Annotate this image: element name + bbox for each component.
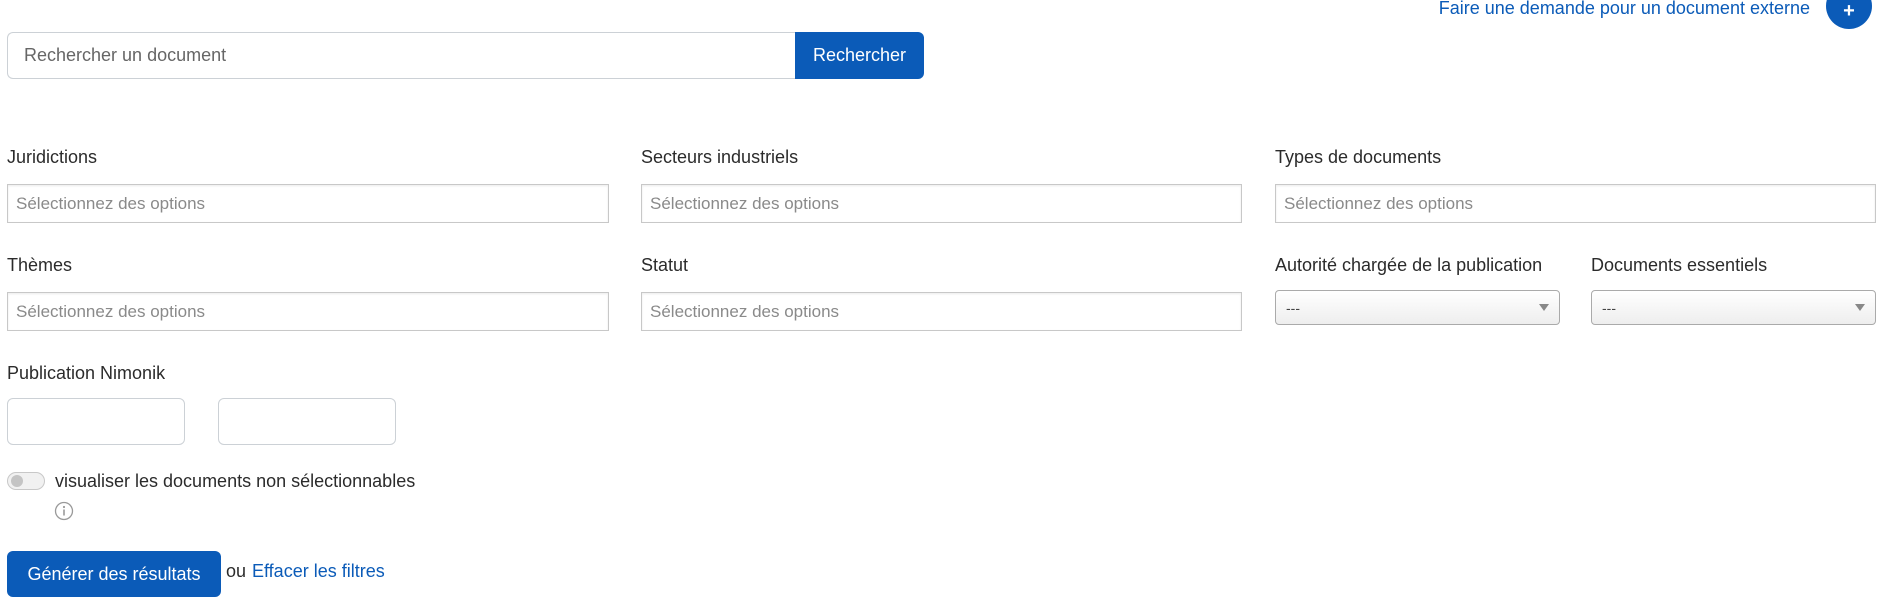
or-text: ou: [226, 561, 247, 581]
publishing-authority-select[interactable]: ---: [1275, 290, 1560, 325]
chevron-down-icon: [1855, 304, 1865, 311]
document-types-label: Types de documents: [1275, 147, 1442, 167]
document-types-placeholder: Sélectionnez des options: [1284, 193, 1474, 213]
jurisdictions-multiselect[interactable]: Sélectionnez des options: [7, 184, 609, 223]
search-bar: Rechercher: [7, 32, 924, 79]
add-external-document-button[interactable]: +: [1826, 0, 1872, 29]
industrial-sectors-multiselect[interactable]: Sélectionnez des options: [641, 184, 1242, 223]
status-placeholder: Sélectionnez des options: [650, 301, 840, 321]
essential-documents-select[interactable]: ---: [1591, 290, 1876, 325]
clear-filters-link[interactable]: Effacer les filtres: [252, 560, 385, 582]
essential-documents-value: ---: [1602, 299, 1616, 316]
themes-multiselect[interactable]: Sélectionnez des options: [7, 292, 609, 331]
plus-icon: +: [1843, 0, 1855, 22]
chevron-down-icon: [1539, 304, 1549, 311]
search-input[interactable]: [7, 32, 795, 79]
publication-date-to-input[interactable]: [218, 398, 396, 445]
publishing-authority-label: Autorité chargée de la publication: [1275, 255, 1543, 275]
external-document-request-link[interactable]: Faire une demande pour un document exter…: [1380, 0, 1810, 20]
jurisdictions-label: Juridictions: [7, 147, 98, 167]
info-icon[interactable]: [54, 501, 74, 521]
search-button[interactable]: Rechercher: [795, 32, 924, 79]
toggle-knob: [11, 475, 23, 487]
generate-results-button[interactable]: Générer des résultats: [7, 551, 221, 597]
show-unselectable-toggle[interactable]: [7, 472, 45, 490]
essential-documents-label: Documents essentiels: [1591, 255, 1768, 275]
document-types-multiselect[interactable]: Sélectionnez des options: [1275, 184, 1876, 223]
jurisdictions-placeholder: Sélectionnez des options: [16, 193, 206, 213]
publication-date-from-input[interactable]: [7, 398, 185, 445]
status-multiselect[interactable]: Sélectionnez des options: [641, 292, 1242, 331]
publishing-authority-value: ---: [1286, 299, 1300, 316]
industrial-sectors-label: Secteurs industriels: [641, 147, 799, 167]
nimonik-publication-label: Publication Nimonik: [7, 363, 166, 383]
industrial-sectors-placeholder: Sélectionnez des options: [650, 193, 840, 213]
themes-placeholder: Sélectionnez des options: [16, 301, 206, 321]
status-label: Statut: [641, 255, 689, 275]
themes-label: Thèmes: [7, 255, 73, 275]
show-unselectable-label: visualiser les documents non sélectionna…: [55, 471, 416, 491]
